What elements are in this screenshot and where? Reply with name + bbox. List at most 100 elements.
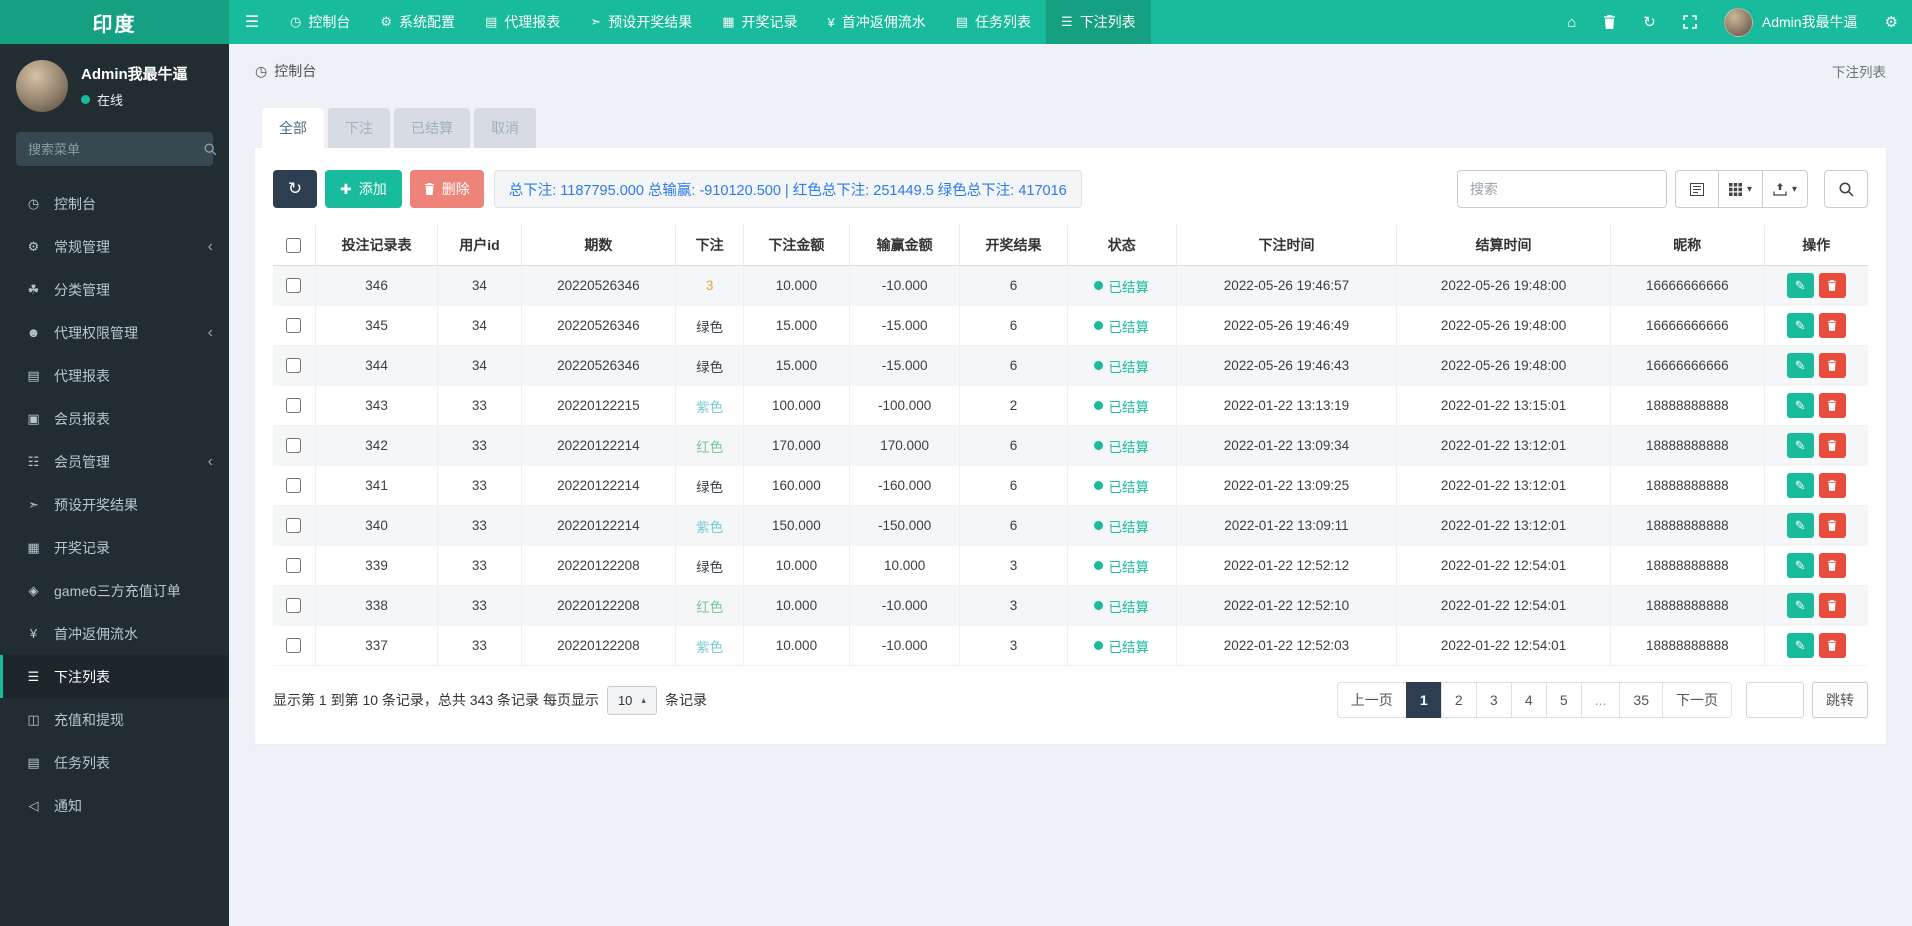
sidebar-item[interactable]: ☰ 下注列表 ‹ (0, 655, 229, 698)
sidebar-item[interactable]: ◷ 控制台 ‹ (0, 182, 229, 225)
row-checkbox[interactable] (286, 398, 302, 413)
trash-icon[interactable] (1603, 15, 1616, 29)
user-menu[interactable]: Admin我最牛逼 (1723, 7, 1858, 37)
sidebar-item[interactable]: ◈ game6三方充值订单 ‹ (0, 569, 229, 612)
status-badge: 已结算 (1108, 559, 1149, 575)
select-all-checkbox[interactable] (286, 237, 302, 253)
delete-row-button[interactable] (1818, 553, 1846, 578)
sidebar-item[interactable]: ▦ 开奖记录 ‹ (0, 526, 229, 569)
cell-win-loss: -160.000 (849, 466, 961, 506)
page-jump-button[interactable]: 跳转 (1812, 682, 1868, 718)
hamburger-menu-icon[interactable]: ☰ (229, 0, 275, 44)
delete-row-button[interactable] (1818, 353, 1846, 378)
page-button[interactable]: 3 (1475, 682, 1512, 718)
topnav-item[interactable]: ➣ 预设开奖结果 (575, 0, 707, 44)
row-checkbox[interactable] (286, 278, 302, 293)
refresh-button[interactable]: ↻ (273, 170, 317, 208)
topnav-item[interactable]: ◷ 控制台 (275, 0, 365, 44)
sidebar-item[interactable]: ◁ 通知 ‹ (0, 784, 229, 827)
detail-view-button[interactable] (1674, 170, 1719, 208)
tab[interactable]: 全部 (262, 108, 324, 148)
edit-row-button[interactable]: ✎ (1786, 313, 1814, 338)
search-icon[interactable] (204, 142, 217, 156)
cell-result: 6 (960, 466, 1068, 506)
page-button[interactable]: 2 (1440, 682, 1477, 718)
edit-row-button[interactable]: ✎ (1786, 473, 1814, 498)
page-button[interactable]: 35 (1619, 682, 1663, 718)
row-checkbox[interactable] (286, 558, 302, 573)
edit-row-button[interactable]: ✎ (1786, 553, 1814, 578)
row-checkbox[interactable] (286, 438, 302, 453)
sidebar-item[interactable]: ☻ 代理权限管理 ‹ (0, 311, 229, 354)
edit-row-button[interactable]: ✎ (1786, 513, 1814, 538)
sidebar-item[interactable]: ⚙ 常规管理 ‹ (0, 225, 229, 268)
sidebar-item[interactable]: ➣ 预设开奖结果 ‹ (0, 483, 229, 526)
edit-row-button[interactable]: ✎ (1786, 273, 1814, 298)
edit-row-button[interactable]: ✎ (1786, 433, 1814, 458)
cell-bet: 紫色 (676, 386, 744, 426)
sidebar-item[interactable]: ◫ 充值和提现 ‹ (0, 698, 229, 741)
delete-row-button[interactable] (1818, 393, 1846, 418)
status-badge: 已结算 (1108, 359, 1149, 375)
page-button[interactable]: ... (1580, 682, 1621, 718)
page-button[interactable]: 1 (1405, 682, 1442, 718)
tab[interactable]: 取消 (474, 108, 536, 148)
topnav-item[interactable]: ▤ 代理报表 (470, 0, 575, 44)
sidebar-item[interactable]: ▤ 代理报表 ‹ (0, 354, 229, 397)
caret-down-icon: ▾ (1746, 183, 1752, 195)
page-button[interactable]: 4 (1510, 682, 1547, 718)
edit-row-button[interactable]: ✎ (1786, 393, 1814, 418)
delete-button[interactable]: 删除 (409, 170, 484, 208)
row-checkbox[interactable] (286, 318, 302, 333)
gear-icon[interactable]: ⚙ (1885, 13, 1898, 31)
fullscreen-icon[interactable] (1683, 15, 1697, 29)
topnav-item[interactable]: ☰ 下注列表 (1046, 0, 1151, 44)
edit-row-button[interactable]: ✎ (1786, 633, 1814, 658)
top-navbar: 印度 ☰ ◷ 控制台 ⚙ 系统配置 ▤ 代理报表 ➣ 预设开奖结果 ▦ 开奖记录… (0, 0, 1912, 44)
page-button[interactable]: 5 (1545, 682, 1582, 718)
topnav-item[interactable]: ▤ 任务列表 (941, 0, 1046, 44)
row-checkbox[interactable] (286, 518, 302, 533)
sidebar-search-input[interactable] (28, 141, 204, 157)
cell-period: 20220526346 (521, 266, 677, 306)
home-icon[interactable]: ⌂ (1567, 14, 1576, 31)
breadcrumb-dashboard-link[interactable]: ◷ 控制台 (255, 61, 316, 81)
delete-row-button[interactable] (1818, 433, 1846, 458)
columns-toggle-button[interactable]: ▾ (1717, 170, 1763, 208)
topnav-item[interactable]: ⚙ 系统配置 (365, 0, 470, 44)
edit-row-button[interactable]: ✎ (1786, 593, 1814, 618)
sidebar-item-label: 分类管理 (54, 281, 110, 298)
table-row: 345 34 20220526346 绿色 15.000 -15.000 6 已… (273, 306, 1868, 346)
delete-row-button[interactable] (1818, 273, 1846, 298)
row-checkbox[interactable] (286, 598, 302, 613)
sidebar-item[interactable]: ☷ 会员管理 ‹ (0, 440, 229, 483)
tab[interactable]: 已结算 (394, 108, 470, 148)
bullhorn-icon: ◁ (28, 797, 39, 813)
page-button[interactable]: 下一页 (1662, 682, 1732, 718)
tab[interactable]: 下注 (328, 108, 390, 148)
export-button[interactable]: ▾ (1761, 170, 1808, 208)
sidebar-item[interactable]: ¥ 首冲返佣流水 ‹ (0, 612, 229, 655)
sidebar-item[interactable]: ▤ 任务列表 ‹ (0, 741, 229, 784)
topnav-item[interactable]: ▦ 开奖记录 (707, 0, 812, 44)
sidebar-item[interactable]: ☘ 分类管理 ‹ (0, 268, 229, 311)
delete-row-button[interactable] (1818, 593, 1846, 618)
delete-row-button[interactable] (1818, 633, 1846, 658)
delete-row-button[interactable] (1818, 473, 1846, 498)
status-dot-icon (1094, 641, 1104, 650)
page-button[interactable]: 上一页 (1336, 682, 1407, 718)
add-button[interactable]: ✚ 添加 (325, 170, 402, 208)
search-button[interactable] (1824, 170, 1868, 208)
edit-row-button[interactable]: ✎ (1786, 353, 1814, 378)
topnav-item[interactable]: ¥ 首冲返佣流水 (813, 0, 941, 44)
row-checkbox[interactable] (286, 478, 302, 493)
sidebar-item[interactable]: ▣ 会员报表 ‹ (0, 397, 229, 440)
row-checkbox[interactable] (286, 358, 302, 373)
per-page-select[interactable]: 10 ▴ (606, 685, 657, 715)
page-jump-input[interactable] (1746, 682, 1804, 718)
delete-row-button[interactable] (1818, 313, 1846, 338)
clear-cache-icon[interactable]: ↻ (1643, 13, 1656, 31)
row-checkbox[interactable] (286, 638, 302, 653)
delete-row-button[interactable] (1818, 513, 1846, 538)
table-search-input[interactable] (1456, 170, 1667, 208)
